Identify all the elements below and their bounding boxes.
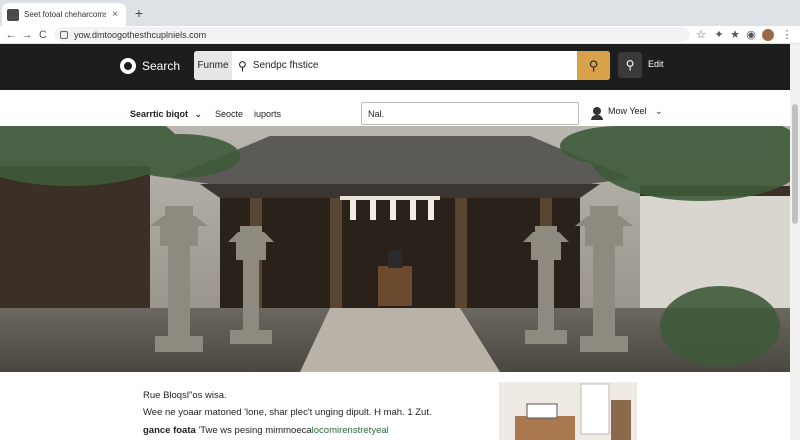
browser-toolbar: ← → C yow.dmtoogothesthcuplniels.com ☆ ✦…: [0, 26, 800, 44]
url-text: yow.dmtoogothesthcuplniels.com: [74, 29, 207, 40]
user-icon: [591, 107, 603, 120]
shrine-illustration: [0, 126, 790, 372]
category-menu[interactable]: Searrtic biqot ⌄: [130, 109, 202, 120]
gear-icon: [120, 58, 136, 74]
article-heading: Rue Bloqsl"os wisa.: [143, 390, 227, 401]
search-submit-button[interactable]: ⚲: [577, 51, 610, 80]
nav-link-iuports[interactable]: iuports: [254, 109, 281, 119]
site-header: Search Funme ⚲ ⚲ ⚲ Edit: [0, 44, 800, 90]
browser-tab-strip: Seet fotoal cheharcomst sic × +: [0, 0, 800, 26]
edit-link[interactable]: Edit: [648, 59, 664, 69]
page-scrollbar[interactable]: [790, 44, 800, 440]
article-thumbnail[interactable]: [499, 382, 637, 440]
article-paragraph: Wee ne yoaar matoned 'lone, shar plec't …: [143, 407, 432, 418]
chevron-down-icon: ⌄: [194, 109, 203, 119]
reload-button[interactable]: C: [36, 27, 50, 43]
article-caption: gance foata 'Twe ws pesing mimmoecalocom…: [143, 425, 389, 436]
bookmarks-icon[interactable]: ★: [728, 27, 742, 43]
search-scope-dropdown[interactable]: Funme: [194, 51, 232, 80]
brand-logo[interactable]: Search: [120, 58, 180, 74]
new-tab-button[interactable]: +: [131, 5, 147, 21]
account-name: Mow Yeel: [608, 106, 647, 116]
caption-link[interactable]: locomirenstretyeal: [312, 425, 389, 436]
caption-label: gance foata: [143, 425, 196, 436]
sync-icon[interactable]: ◉: [744, 27, 758, 43]
thumbnail-illustration: [499, 382, 637, 440]
address-bar[interactable]: yow.dmtoogothesthcuplniels.com: [54, 27, 690, 42]
category-menu-label: Searrtic biqot: [130, 109, 189, 119]
search-field: ⚲: [232, 51, 577, 80]
profile-avatar[interactable]: [762, 29, 774, 41]
search-icon: ⚲: [588, 57, 599, 73]
site-info-icon[interactable]: [60, 30, 68, 39]
browser-tab[interactable]: Seet fotoal cheharcomst sic ×: [2, 3, 126, 26]
browser-menu-icon[interactable]: ⋮: [780, 27, 794, 43]
search-input[interactable]: [252, 60, 553, 71]
scrollbar-thumb[interactable]: [792, 104, 798, 224]
account-menu[interactable]: Mow Yeel ⌄: [608, 106, 663, 117]
extensions-icon[interactable]: ✦: [712, 27, 726, 43]
favicon-icon: [7, 8, 19, 21]
search-icon: ⚲: [625, 58, 635, 72]
close-tab-icon[interactable]: ×: [109, 9, 121, 20]
hero-image: [0, 126, 790, 372]
bookmark-star-icon[interactable]: ☆: [694, 27, 708, 43]
back-button[interactable]: ←: [4, 27, 18, 43]
search-icon: ⚲: [238, 58, 247, 73]
forward-button[interactable]: →: [20, 27, 34, 43]
tab-title: Seet fotoal cheharcomst sic: [24, 10, 106, 19]
header-search-button[interactable]: ⚲: [618, 52, 642, 78]
nav-link-seocte[interactable]: Seocte: [215, 109, 243, 119]
search-bar: Funme ⚲ ⚲: [194, 51, 610, 80]
brand-label: Search: [142, 59, 181, 73]
caption-text: 'Twe ws pesing mimmoeca: [195, 425, 312, 436]
filter-input[interactable]: [361, 102, 579, 125]
chevron-down-icon: ⌄: [655, 106, 663, 116]
article-section: Rue Bloqsl"os wisa. Wee ne yoaar matoned…: [0, 372, 800, 440]
